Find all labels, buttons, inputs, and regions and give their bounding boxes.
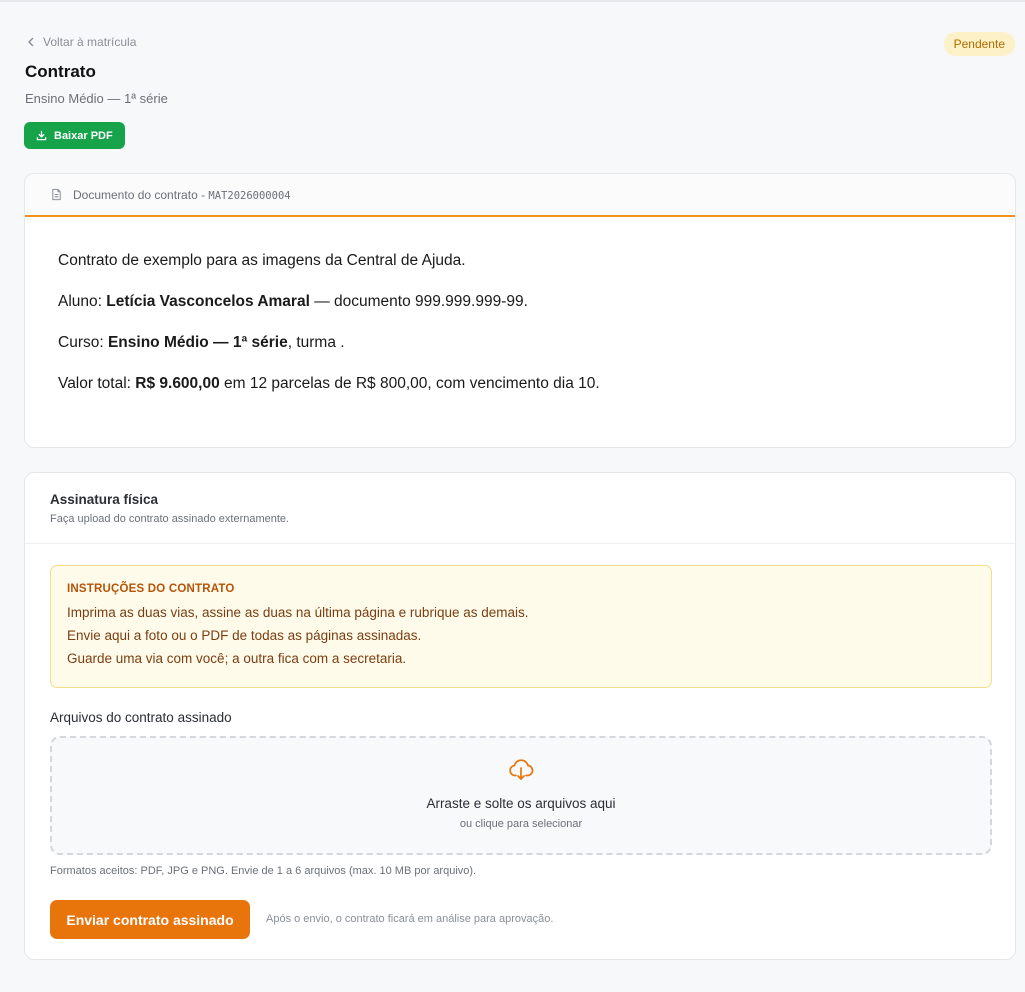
dropzone-subtitle: ou clique para selecionar <box>459 818 583 830</box>
contract-student-line: Aluno: Letícia Vasconcelos Amaral — docu… <box>58 293 528 310</box>
contract-text: Contrato de exemplo para as imagens da C… <box>25 217 1015 393</box>
contract-document-header: Documento do contrato - MAT2026000004 <box>25 174 1015 217</box>
page-title: Contrato <box>25 62 96 81</box>
back-to-enrollment-link[interactable]: Voltar à matrícula <box>25 35 136 49</box>
contract-document-label: Documento do contrato - <box>73 187 209 202</box>
files-label: Arquivos do contrato assinado <box>50 710 232 725</box>
chevron-left-icon <box>28 37 34 47</box>
dropzone-title: Arraste e solte os arquivos aqui <box>426 796 616 811</box>
enrollment-code: MAT2026000004 <box>208 189 291 202</box>
signature-title: Assinatura física <box>50 492 159 507</box>
total-value: R$ 9.600,00 <box>135 375 220 392</box>
student-name: Letícia Vasconcelos Amaral <box>106 293 310 310</box>
submit-signed-contract-button[interactable]: Enviar contrato assinado <box>50 900 250 939</box>
contract-intro: Contrato de exemplo para as imagens da C… <box>58 252 466 269</box>
back-link-label: Voltar à matrícula <box>43 35 137 49</box>
submit-hint: Após o envio, o contrato ficará em análi… <box>266 913 554 925</box>
download-pdf-label: Baixar PDF <box>54 129 113 142</box>
signature-card-header: Assinatura física Faça upload do contrat… <box>25 473 1015 544</box>
accepted-formats-hint: Formatos aceitos: PDF, JPG e PNG. Envie … <box>50 865 477 877</box>
cloud-upload-icon <box>509 759 534 780</box>
download-icon <box>36 130 47 141</box>
file-dropzone[interactable]: Arraste e solte os arquivos aqui ou cliq… <box>50 736 992 855</box>
document-icon <box>52 188 61 201</box>
signature-description: Faça upload do contrato assinado externa… <box>50 513 290 525</box>
instruction-item: Guarde uma via com você; a outra fica co… <box>67 651 407 666</box>
instruction-item: Imprima as duas vias, assine as duas na … <box>67 605 529 620</box>
instruction-item: Envie aqui a foto ou o PDF de todas as p… <box>67 628 422 643</box>
download-pdf-button[interactable]: Baixar PDF <box>24 122 125 149</box>
course-name: Ensino Médio — 1ª série <box>107 334 288 351</box>
instructions-title: INSTRUÇÕES DO CONTRATO <box>67 583 235 595</box>
contract-instructions-box: INSTRUÇÕES DO CONTRATO Imprima as duas v… <box>50 565 992 688</box>
status-badge: Pendente <box>943 32 1015 56</box>
physical-signature-card: Assinatura física Faça upload do contrat… <box>24 472 1016 960</box>
contract-value-line: Valor total: R$ 9.600,00 em 12 parcelas … <box>58 375 600 392</box>
page-subtitle: Ensino Médio — 1ª série <box>25 91 168 106</box>
contract-document-card: Documento do contrato - MAT2026000004 Co… <box>24 173 1016 448</box>
contract-course-line: Curso: Ensino Médio — 1ª série, turma . <box>58 334 345 351</box>
top-divider <box>0 0 1025 2</box>
